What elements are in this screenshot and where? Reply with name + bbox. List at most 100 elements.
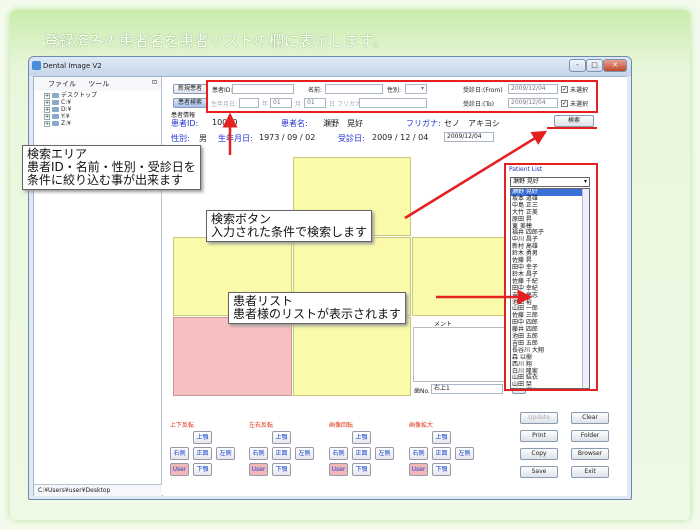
menu-bar: ファイル ツール ⊡ <box>34 77 161 91</box>
zoom-down-button[interactable]: 下顎 <box>432 463 451 476</box>
info-id-value: 10000 <box>212 118 238 127</box>
title-bar: Dental Image V2 - □ ✕ <box>29 57 631 76</box>
search-area-callout: 検索エリア 患者ID・名前・性別・受診日を 条件に絞り込む事が出来ます <box>22 145 201 190</box>
minimize-button[interactable]: - <box>569 59 586 72</box>
menu-tools[interactable]: ツール <box>88 80 109 88</box>
tree-item[interactable]: + Z:¥ <box>44 120 161 127</box>
save-button[interactable]: Save <box>520 466 558 478</box>
expand-icon[interactable]: + <box>44 106 50 113</box>
rotate-user-button[interactable]: User <box>329 463 348 476</box>
patient-list[interactable]: 瀬野 晃好 坂本 道雄 中島 正三 大竹 正美 原田 昇東 美穂 福井 四郎子 中川 昌子新… <box>510 188 590 389</box>
folder-button[interactable]: Folder <box>571 430 609 442</box>
tree-item[interactable]: + C:¥ <box>44 99 161 106</box>
zoom-group-label: 画像拡大 <box>409 422 434 429</box>
tree-item-label: C:¥ <box>61 99 72 106</box>
search-button-underline <box>547 127 597 129</box>
rotate-group-label: 画像回転 <box>329 422 354 429</box>
flip-ud-group-label: 上下反転 <box>170 422 195 429</box>
info-birth-value: 1973 / 09 / 02 <box>259 133 316 142</box>
flip-lr-user-button[interactable]: User <box>249 463 268 476</box>
clear-button[interactable]: Clear <box>571 412 609 424</box>
slide-caption: 登録済みの患者名を患者リストの欄に表示します。 <box>44 32 388 50</box>
info-name-value: 瀬野 晃好 <box>323 119 363 128</box>
print-button[interactable]: Print <box>520 430 558 442</box>
pin-icon[interactable]: ⊡ <box>152 79 157 86</box>
new-patient-button[interactable]: 新規患者 <box>173 84 207 94</box>
menu-file[interactable]: ファイル <box>48 80 76 88</box>
rotate-left-button[interactable]: 左側 <box>375 447 394 460</box>
rotate-down-button[interactable]: 下顎 <box>352 463 371 476</box>
flip-ud-right-button[interactable]: 右側 <box>170 447 189 460</box>
tree-item[interactable]: + Y:¥ <box>44 113 161 120</box>
tree-item[interactable]: + D:¥ <box>44 106 161 113</box>
expand-icon[interactable]: + <box>44 113 50 120</box>
maximize-button[interactable]: □ <box>586 59 603 72</box>
exit-button[interactable]: Exit <box>571 466 609 478</box>
tooth-no-select[interactable]: 右上1 <box>431 384 503 394</box>
app-icon <box>32 61 41 70</box>
patient-list-item[interactable]: 山田 栞 <box>511 381 589 388</box>
callout-line: 入力された条件で検索します <box>211 225 368 239</box>
flip-ud-left-button[interactable]: 左側 <box>216 447 235 460</box>
tooth-no-label: 歯No. <box>414 388 430 395</box>
rotate-right-button[interactable]: 右側 <box>329 447 348 460</box>
drive-icon <box>52 114 59 119</box>
callout-line: 患者様のリストが表示されます <box>233 307 402 321</box>
flip-lr-right-button[interactable]: 右側 <box>249 447 268 460</box>
tree-item-label: Z:¥ <box>61 120 71 127</box>
expand-icon[interactable]: + <box>44 92 50 99</box>
chevron-down-icon: ▾ <box>583 178 587 185</box>
flip-lr-up-button[interactable]: 上顎 <box>272 431 291 444</box>
scrollbar[interactable] <box>582 189 589 388</box>
search-area-highlight <box>206 80 598 113</box>
info-name-label: 患者名: <box>281 119 308 128</box>
image-tile[interactable] <box>173 317 292 396</box>
patient-list-callout: 患者リスト 患者様のリストが表示されます <box>228 292 407 324</box>
drive-icon <box>52 121 59 126</box>
info-birth-label: 生年月日: <box>218 134 253 143</box>
zoom-right-button[interactable]: 右側 <box>409 447 428 460</box>
patient-list-selected: 瀬野 晃好 <box>513 178 539 185</box>
close-button[interactable]: ✕ <box>603 59 627 72</box>
zoom-left-button[interactable]: 左側 <box>455 447 474 460</box>
path-bar: C:¥Users¥user¥Desktop <box>34 484 162 496</box>
expand-icon[interactable]: + <box>44 120 50 127</box>
copy-button[interactable]: Copy <box>520 448 558 460</box>
flip-ud-front-button[interactable]: 正面 <box>193 447 212 460</box>
image-tile[interactable] <box>293 317 411 396</box>
info-visit-label: 受診日: <box>338 134 365 143</box>
flip-lr-group-label: 左右反転 <box>249 422 274 429</box>
patient-list-title: Patient List <box>509 166 543 173</box>
zoom-front-button[interactable]: 正面 <box>432 447 451 460</box>
tree-item-label: Y:¥ <box>61 113 70 120</box>
flip-lr-front-button[interactable]: 正面 <box>272 447 291 460</box>
drive-icon <box>52 107 59 112</box>
patient-search-button[interactable]: 患者検索 <box>173 98 207 108</box>
folder-tree: + デスクトップ + C:¥ + D:¥ + Y:¥ + Z:¥ <box>34 92 161 127</box>
search-button[interactable]: 検索 <box>554 115 594 127</box>
callout-line: 条件に絞り込む事が出来ます <box>27 173 184 187</box>
flip-ud-user-button[interactable]: User <box>170 463 189 476</box>
tree-item[interactable]: + デスクトップ <box>44 92 161 99</box>
desktop-icon <box>52 93 59 98</box>
visit-date-select[interactable]: 2009/12/04 <box>444 132 494 142</box>
tree-item-label: D:¥ <box>61 106 72 113</box>
zoom-user-button[interactable]: User <box>409 463 428 476</box>
zoom-up-button[interactable]: 上顎 <box>432 431 451 444</box>
folder-sidebar: ファイル ツール ⊡ + デスクトップ + C:¥ + D:¥ + Y:¥ + Z:¥ C… <box>34 77 162 496</box>
patient-list-dropdown[interactable]: 瀬野 晃好 ▾ <box>510 177 590 187</box>
expand-icon[interactable]: + <box>44 99 50 106</box>
flip-ud-up-button[interactable]: 上顎 <box>193 431 212 444</box>
drive-icon <box>52 100 59 105</box>
info-sex-label: 性別: <box>171 134 190 143</box>
flip-lr-left-button[interactable]: 左側 <box>295 447 314 460</box>
rotate-front-button[interactable]: 正面 <box>352 447 371 460</box>
info-sex-value: 男 <box>199 134 207 143</box>
flip-ud-down-button[interactable]: 下顎 <box>193 463 212 476</box>
update-button[interactable]: Update <box>520 412 558 424</box>
info-kana-label: フリガナ: <box>406 119 441 128</box>
flip-lr-down-button[interactable]: 下顎 <box>272 463 291 476</box>
rotate-up-button[interactable]: 上顎 <box>352 431 371 444</box>
browser-button[interactable]: Browser <box>571 448 609 460</box>
info-id-label: 患者ID: <box>171 119 199 128</box>
